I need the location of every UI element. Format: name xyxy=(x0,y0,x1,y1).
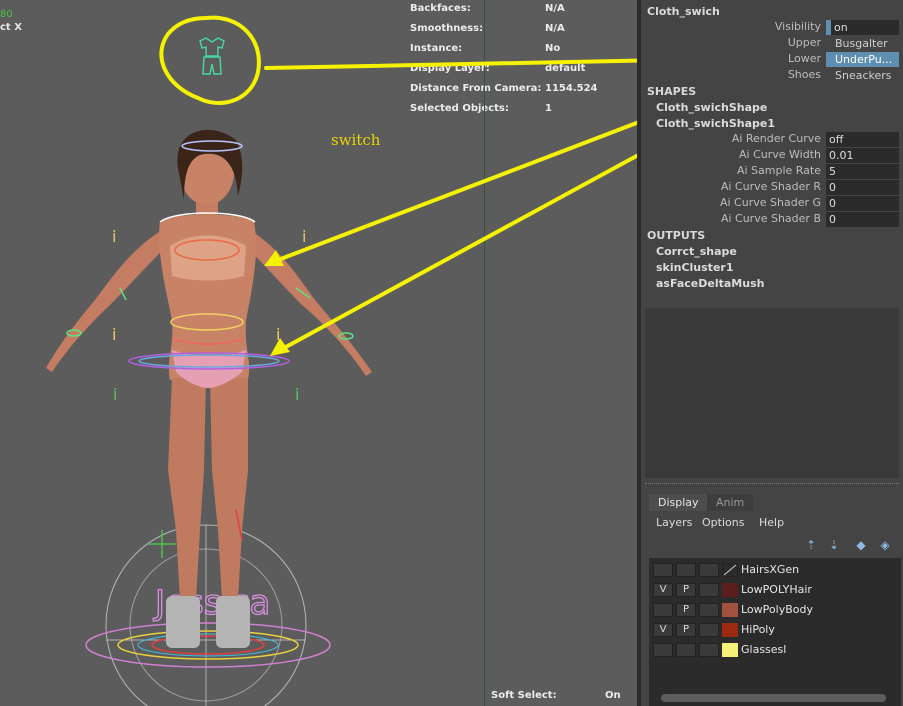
layer-name[interactable]: HairsXGen xyxy=(741,563,799,576)
menu-help[interactable]: Help xyxy=(759,516,784,529)
layer-row[interactable]: V P LowPOLYHair xyxy=(649,580,901,600)
3d-viewport[interactable]: 80 ct X Backfaces: N/A Smoothness: N/A Ins… xyxy=(0,0,637,706)
annotation-circle xyxy=(159,15,261,105)
ai-render-curve-field[interactable]: off xyxy=(826,132,899,147)
layer-color-swatch[interactable] xyxy=(722,603,738,617)
layer-row[interactable]: Glassesl xyxy=(649,640,901,660)
svg-text:i: i xyxy=(112,325,116,344)
layer-display-type-toggle[interactable] xyxy=(699,603,719,617)
layer-color-swatch[interactable] xyxy=(722,623,738,637)
tab-display[interactable]: Display xyxy=(649,494,708,511)
svg-text:i: i xyxy=(295,385,299,404)
layer-display-type-toggle[interactable] xyxy=(699,583,719,597)
layer-list: HairsXGen V P LowPOLYHair P LowPolyBody … xyxy=(649,558,901,706)
visibility-field[interactable]: on xyxy=(826,20,899,35)
shape-node[interactable]: Cloth_swichShape1 xyxy=(656,117,775,130)
layer-color-swatch[interactable] xyxy=(722,583,738,597)
svg-text:i: i xyxy=(302,227,306,246)
attr-row-ai-curve-shader-b[interactable]: Ai Curve Shader B xyxy=(641,212,821,227)
hud-soft-select: Soft Select: On xyxy=(491,690,621,701)
annotation-arrow-lower xyxy=(276,120,637,262)
svg-text:i: i xyxy=(113,385,117,404)
shoes-value[interactable]: Sneackers xyxy=(826,68,899,83)
outputs-header: OUTPUTS xyxy=(647,229,706,242)
output-node[interactable]: skinCluster1 xyxy=(656,261,733,274)
layer-name[interactable]: LowPOLYHair xyxy=(741,583,812,596)
layer-name[interactable]: HiPoly xyxy=(741,623,775,636)
attr-row-ai-curve-shader-r[interactable]: Ai Curve Shader R xyxy=(641,180,821,195)
layer-name[interactable]: Glassesl xyxy=(741,643,786,656)
lower-value-selected[interactable]: UnderPu... xyxy=(826,52,899,67)
attr-row-lower[interactable]: Lower xyxy=(641,52,821,67)
menu-options[interactable]: Options xyxy=(702,516,744,529)
layer-display-type-toggle[interactable] xyxy=(699,563,719,577)
layer-color-swatch[interactable] xyxy=(722,643,738,657)
ai-curve-shader-g-field[interactable]: 0 xyxy=(826,196,899,211)
cloth-switch-icon[interactable] xyxy=(199,37,225,75)
layer-display-type-toggle[interactable] xyxy=(699,643,719,657)
layer-list-scrollbar[interactable] xyxy=(649,692,901,704)
annotation-arrow-upper xyxy=(264,58,637,70)
channel-box-empty-area xyxy=(645,308,899,478)
layer-visibility-toggle[interactable] xyxy=(653,603,673,617)
ai-curve-shader-b-field[interactable]: 0 xyxy=(826,212,899,227)
attr-label-visibility: Visibility xyxy=(774,20,821,33)
scene-drawing: Jessica i i i i i i xyxy=(46,15,637,706)
ai-curve-width-field[interactable]: 0.01 xyxy=(826,148,899,163)
attr-label-lower: Lower xyxy=(788,52,821,65)
attr-label-shoes: Shoes xyxy=(787,68,821,81)
attr-row-ai-curve-width[interactable]: Ai Curve Width xyxy=(641,148,821,163)
layer-visibility-toggle[interactable] xyxy=(653,643,673,657)
layer-color-swatch[interactable] xyxy=(722,563,738,577)
move-layer-up-icon[interactable]: ⇡ xyxy=(803,538,819,552)
ai-curve-shader-r-field[interactable]: 0 xyxy=(826,180,899,195)
ai-sample-rate-field[interactable]: 5 xyxy=(826,164,899,179)
layer-playback-toggle[interactable]: P xyxy=(676,623,696,637)
layer-playback-toggle[interactable] xyxy=(676,563,696,577)
panel-splitter[interactable] xyxy=(645,483,899,486)
character-model[interactable] xyxy=(46,129,372,648)
attr-row-visibility[interactable]: Visibility xyxy=(641,20,821,35)
upper-value[interactable]: Busgalter xyxy=(826,36,899,51)
tab-anim[interactable]: Anim xyxy=(707,494,754,511)
attr-row-ai-sample-rate[interactable]: Ai Sample Rate xyxy=(641,164,821,179)
attr-row-shoes[interactable]: Shoes xyxy=(641,68,821,83)
attr-row-ai-curve-shader-g[interactable]: Ai Curve Shader G xyxy=(641,196,821,211)
layer-name[interactable]: LowPolyBody xyxy=(741,603,813,616)
layer-row[interactable]: V P HiPoly xyxy=(649,620,901,640)
scrollbar-thumb[interactable] xyxy=(661,694,886,702)
shape-node[interactable]: Cloth_swichShape xyxy=(656,101,767,114)
attr-row-ai-render-curve[interactable]: Ai Render Curve xyxy=(641,132,821,147)
layer-playback-toggle[interactable]: P xyxy=(676,603,696,617)
layer-playback-toggle[interactable]: P xyxy=(676,583,696,597)
channel-box: Cloth_swich Visibility on Upper Busgalte… xyxy=(641,0,903,482)
node-name[interactable]: Cloth_swich xyxy=(647,5,720,18)
layer-display-type-toggle[interactable] xyxy=(699,623,719,637)
new-layer-icon[interactable]: ◆ xyxy=(853,538,869,552)
layer-row[interactable]: P LowPolyBody xyxy=(649,600,901,620)
shapes-header: SHAPES xyxy=(647,85,697,98)
attr-row-upper[interactable]: Upper xyxy=(641,36,821,51)
new-layer-selected-icon[interactable]: ◈ xyxy=(877,538,893,552)
move-layer-down-icon[interactable]: ⇣ xyxy=(826,538,842,552)
layer-row[interactable]: HairsXGen xyxy=(649,560,901,580)
layer-editor: Display Anim Layers Options Help ⇡ ⇣ ◆ ◈… xyxy=(641,488,903,706)
layer-visibility-toggle[interactable]: V xyxy=(653,583,673,597)
menu-layers[interactable]: Layers xyxy=(656,516,692,529)
output-node[interactable]: asFaceDeltaMush xyxy=(656,277,764,290)
layer-playback-toggle[interactable] xyxy=(676,643,696,657)
layer-visibility-toggle[interactable] xyxy=(653,563,673,577)
layer-visibility-toggle[interactable]: V xyxy=(653,623,673,637)
attr-label-upper: Upper xyxy=(787,36,821,49)
output-node[interactable]: Corrct_shape xyxy=(656,245,737,258)
switch-annotation-label: switch xyxy=(331,131,381,149)
svg-text:i: i xyxy=(112,227,116,246)
annotation-arrow-shoes xyxy=(282,153,637,350)
